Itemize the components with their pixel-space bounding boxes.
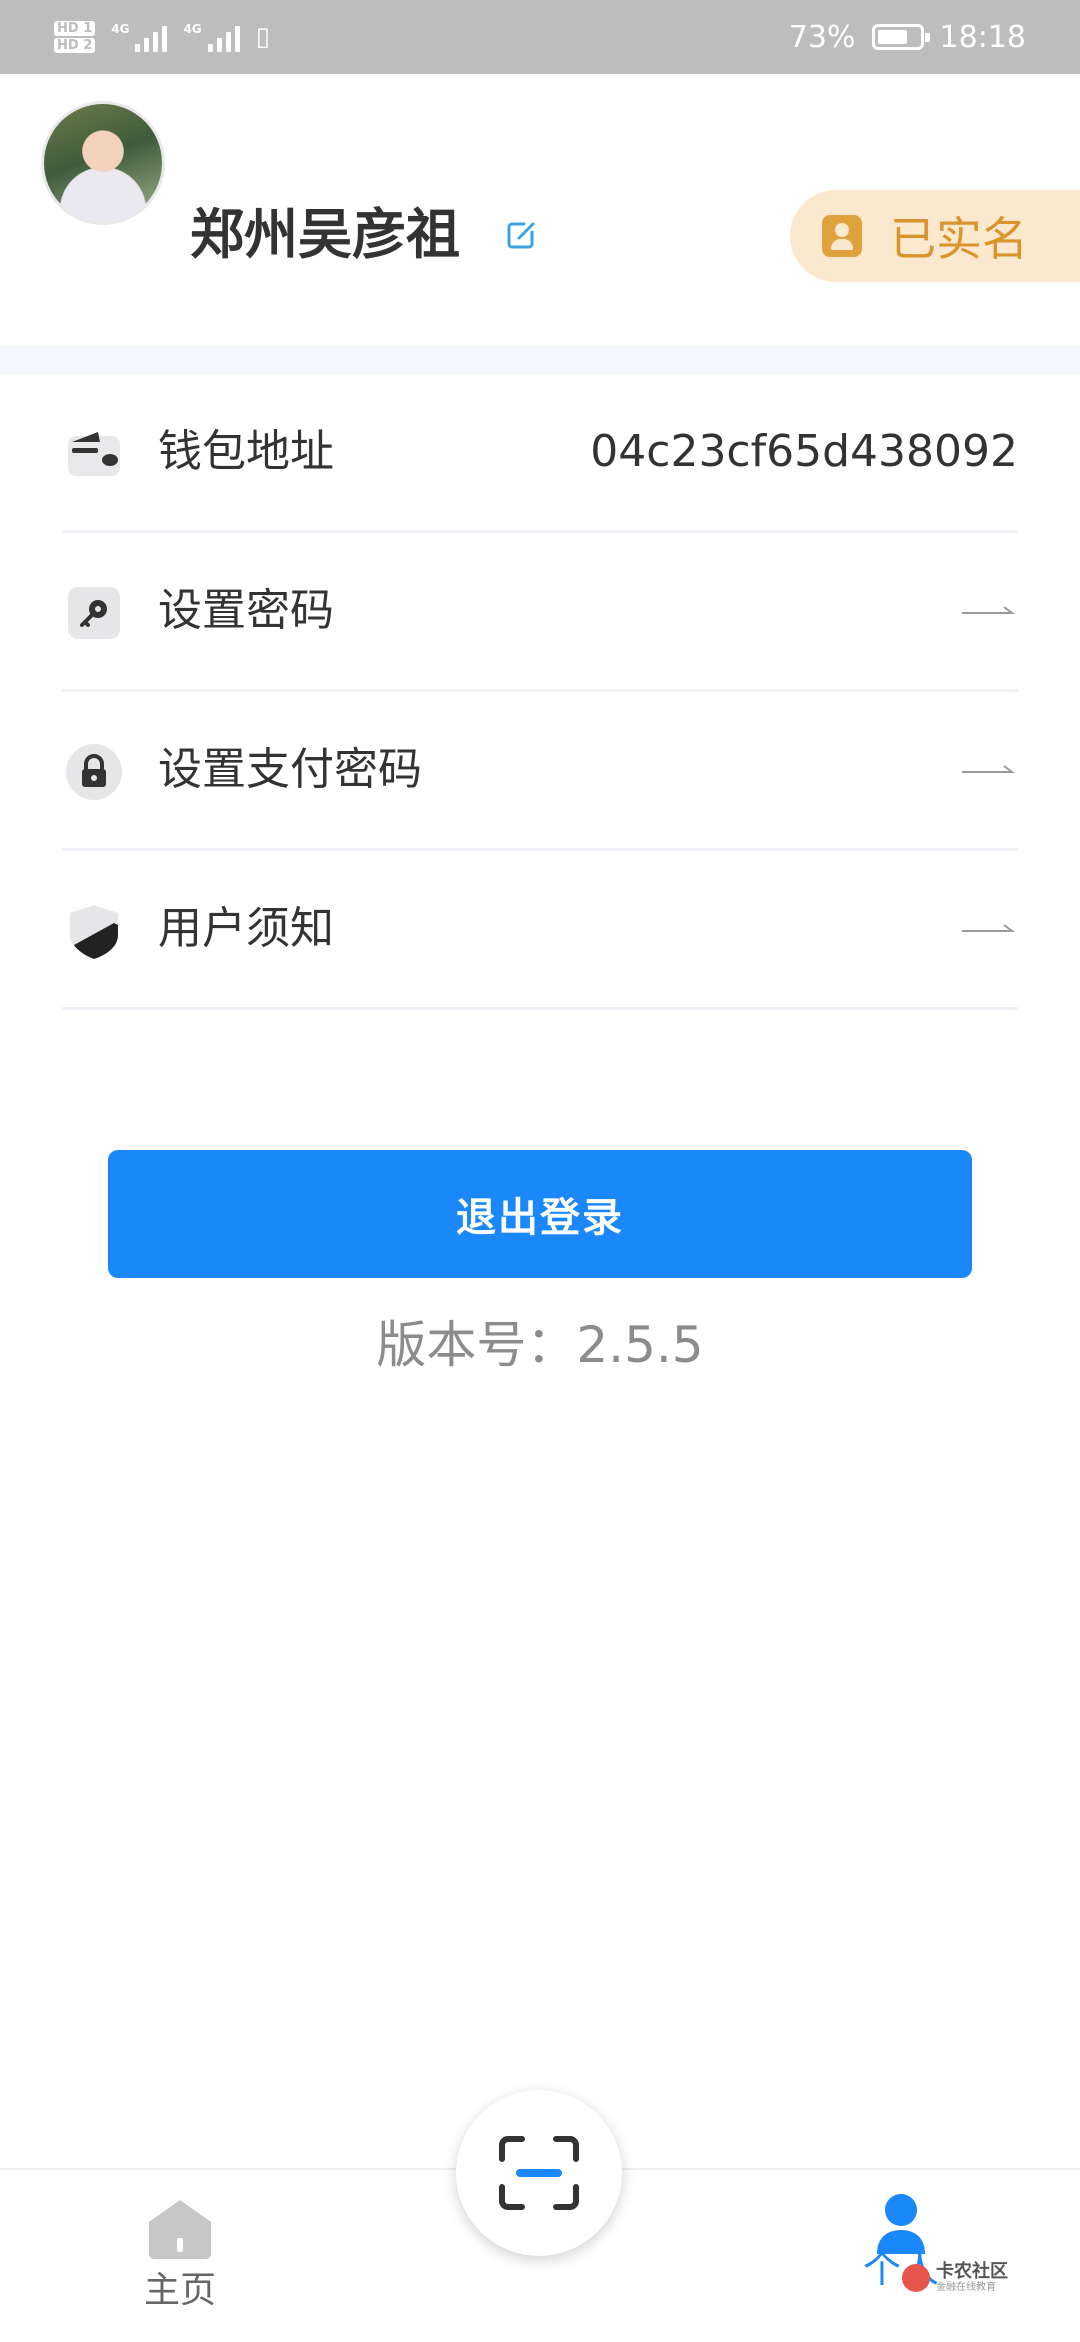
home-icon: [149, 2200, 211, 2259]
shield-icon: [70, 905, 118, 959]
hd-badges: HD 1 HD 2: [54, 19, 96, 55]
arrow-right-icon: [962, 765, 1015, 773]
menu-item-wallet-address[interactable]: 钱包地址 04c23cf65d438092: [62, 374, 1018, 533]
wallet-address-value: 04c23cf65d438092: [590, 426, 1018, 477]
clock: 18:18: [939, 19, 1026, 55]
network-type-2: 4G: [183, 22, 202, 36]
battery-percent: 73%: [788, 19, 856, 55]
menu-item-label: 钱包地址: [158, 426, 334, 477]
hd1-badge: HD 1: [54, 21, 96, 36]
scan-icon: [499, 2136, 579, 2210]
verified-label: 已实名: [890, 212, 1028, 266]
menu-item-set-password[interactable]: 设置密码: [62, 533, 1018, 692]
watermark-icon: [902, 2264, 930, 2292]
logout-button[interactable]: 退出登录: [108, 1150, 972, 1278]
username: 郑州吴彦祖: [190, 203, 460, 266]
key-icon: [68, 587, 120, 639]
status-left: HD 1 HD 2 4G 4G ▯: [54, 14, 270, 60]
menu-item-label: 设置密码: [158, 585, 334, 636]
menu-item-label: 用户须知: [158, 903, 334, 954]
wallet-icon: [68, 432, 120, 476]
edit-icon[interactable]: [504, 218, 538, 252]
nav-home-label: 主页: [143, 2270, 216, 2311]
status-bar: HD 1 HD 2 4G 4G ▯ 73% 18:18: [0, 0, 1080, 74]
network-type-1: 4G: [111, 22, 130, 36]
signal-icon-1: 4G: [111, 22, 168, 52]
avatar[interactable]: [44, 104, 162, 222]
status-right: 73% 18:18: [789, 14, 1026, 60]
settings-menu: 钱包地址 04c23cf65d438092 设置密码 设置支付密码 用户须知: [62, 374, 1018, 1010]
watermark-logo: 卡农社区 金融在线教育: [902, 2254, 1022, 2302]
battery-fill: [877, 30, 907, 44]
arrow-right-icon: [962, 924, 1015, 932]
scan-button[interactable]: [456, 2090, 622, 2256]
watermark-subtitle: 金融在线教育: [936, 2282, 996, 2293]
verified-badge[interactable]: 已实名: [790, 190, 1080, 282]
version-label: 版本号：2.5.5: [376, 1316, 704, 1374]
battery-icon: [871, 24, 930, 50]
id-card-icon: [822, 215, 862, 257]
vibrate-icon: ▯: [255, 22, 270, 52]
signal-icon-2: 4G: [183, 22, 240, 52]
menu-item-label: 设置支付密码: [158, 744, 422, 795]
menu-item-user-notice[interactable]: 用户须知: [62, 851, 1018, 1010]
nav-home[interactable]: 主页: [140, 2198, 220, 2314]
menu-item-set-pay-password[interactable]: 设置支付密码: [62, 692, 1018, 851]
lock-icon: [66, 744, 122, 800]
arrow-right-icon: [962, 606, 1015, 614]
watermark-title: 卡农社区: [936, 2261, 1008, 2282]
hd2-badge: HD 2: [54, 38, 96, 53]
section-divider: [0, 346, 1080, 374]
